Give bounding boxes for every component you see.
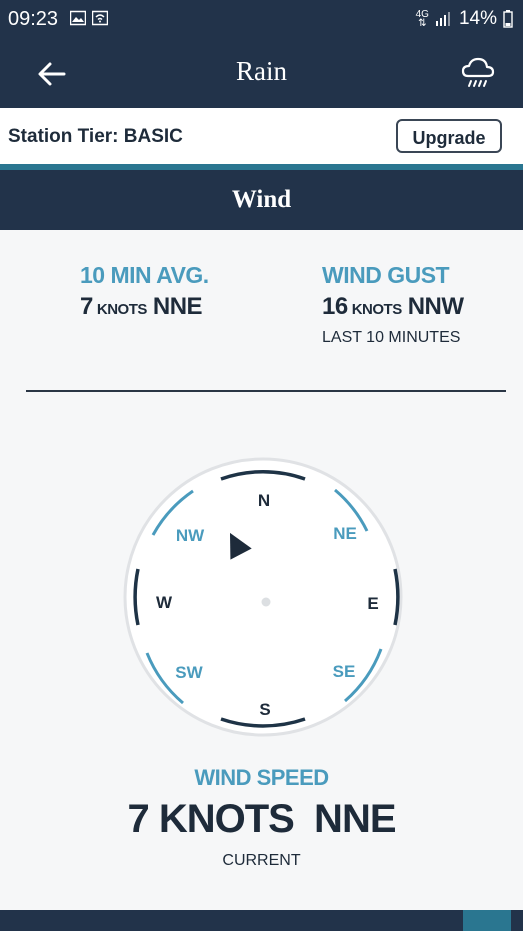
wind-gust-value: 16 KNOTS NNW [322,293,464,321]
avg-direction: NNE [152,293,203,320]
compass-center-dot [261,597,271,607]
status-time: 09:23 [8,8,59,30]
station-tier-label: Station Tier: BASIC [8,126,183,147]
compass-label-se: SE [333,662,356,681]
wind-gust-period: LAST 10 MINUTES [322,329,461,346]
avg-speed: 7 [80,293,93,320]
gallery-icon [70,10,86,26]
wind-gust: WIND GUST 16 KNOTS NNW LAST 10 MINUTES [322,262,464,347]
gust-speed: 16 [322,293,348,320]
station-tier-bar: Station Tier: BASIC Upgrade [0,108,523,164]
compass-label-s: S [259,700,270,719]
compass-label-ne: NE [333,524,357,543]
wind-section-header: Wind [0,170,523,230]
network-indicator: 4G ⇅ [415,9,429,29]
wind-gust-label: WIND GUST [322,262,450,288]
stats-divider [26,390,506,392]
ten-min-average: 10 MIN AVG. 7 KNOTS NNE [80,262,209,321]
avg-unit: KNOTS [96,301,148,318]
wind-speed-block: WIND SPEED 7 KNOTS NNE CURRENT [0,765,523,870]
compass-label-nw: NW [176,526,205,545]
wifi-icon [92,10,108,26]
app-bar: Rain [0,40,523,108]
status-bar: 09:23 4G ⇅ 14% [0,0,523,40]
compass-label-e: E [367,594,378,613]
battery-percent: 14% [458,8,497,29]
upgrade-button[interactable]: Upgrade [396,119,502,153]
bottom-bar [0,910,523,931]
gust-unit: KNOTS [351,301,403,318]
bottom-bar-accent [463,910,511,931]
wind-speed-sub: CURRENT [222,852,301,869]
battery-icon [503,10,513,28]
compass-label-w: W [156,593,173,612]
page-title: Rain [236,56,287,86]
gust-direction: NNW [407,293,464,320]
ten-min-average-value: 7 KNOTS NNE [80,293,209,321]
compass-label-sw: SW [175,663,203,682]
wind-speed-label: WIND SPEED [194,765,329,790]
wind-speed-value: 7 KNOTS NNE [127,797,396,841]
compass-label-n: N [258,491,270,510]
signal-icon [435,12,450,26]
wind-compass: N NE E SE S SW W NW [123,457,403,737]
rain-cloud-icon[interactable] [461,56,495,90]
ten-min-average-label: 10 MIN AVG. [80,262,209,288]
